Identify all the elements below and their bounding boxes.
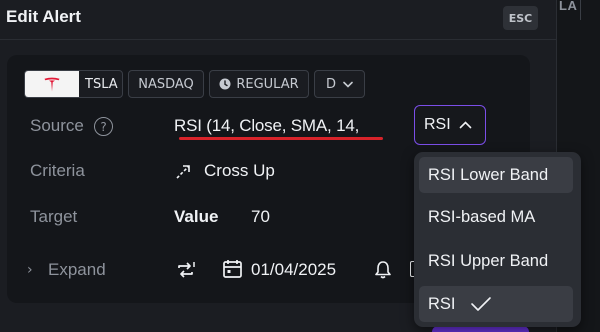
exchange-label: NASDAQ <box>138 76 194 92</box>
calendar-icon[interactable] <box>222 258 243 279</box>
menu-item-rsi-lower-band[interactable]: RSI Lower Band <box>419 157 573 193</box>
clock-icon <box>219 78 231 90</box>
target-label: Target <box>30 207 78 226</box>
session-chip[interactable]: REGULAR <box>209 70 309 98</box>
ticker-label: TSLA <box>85 76 118 92</box>
menu-item-rsi-based-ma[interactable]: RSI-based MA <box>419 199 573 235</box>
chevron-up-icon <box>459 121 471 129</box>
dialog-title: Edit Alert <box>6 7 81 26</box>
tesla-logo <box>25 71 79 97</box>
session-label: REGULAR <box>236 76 299 92</box>
expiry-date[interactable]: 01/04/2025 <box>251 260 336 280</box>
source-dropdown-button[interactable]: RSI <box>414 105 486 145</box>
target-type[interactable]: Value <box>174 207 218 227</box>
expand-toggle[interactable]: Expand <box>48 260 106 280</box>
dialog-header: Edit Alert ESC <box>0 0 556 40</box>
check-icon <box>470 297 491 311</box>
symbol-chip[interactable]: TSLA <box>24 70 123 98</box>
chevron-right-icon: › <box>27 262 33 278</box>
red-underline-annotation <box>179 137 383 140</box>
source-label: Source <box>30 116 84 135</box>
interval-label: D <box>325 76 336 92</box>
panel-divider <box>580 0 581 20</box>
panel-text-fragment: LA <box>559 0 578 13</box>
criteria-label: Criteria <box>30 161 85 180</box>
source-value[interactable]: RSI (14, Close, SMA, 14, <box>174 116 359 136</box>
chevron-down-icon <box>343 81 353 88</box>
target-value[interactable]: 70 <box>251 207 270 227</box>
interval-dropdown[interactable]: D <box>314 70 365 98</box>
cross-up-icon <box>176 165 190 179</box>
menu-item-label: RSI-based MA <box>428 207 536 226</box>
menu-item-rsi[interactable]: RSI <box>419 286 573 322</box>
source-dropdown-value: RSI <box>424 116 451 133</box>
source-dropdown-menu: RSI Lower Band RSI-based MA RSI Upper Ba… <box>414 152 581 327</box>
bell-icon[interactable] <box>374 260 392 279</box>
menu-item-label: RSI Lower Band <box>428 165 549 184</box>
esc-button[interactable]: ESC <box>503 6 538 30</box>
criteria-value[interactable]: Cross Up <box>204 161 275 181</box>
help-icon[interactable]: ? <box>94 117 113 136</box>
repeat-once-icon[interactable] <box>176 260 198 280</box>
exchange-chip[interactable]: NASDAQ <box>128 70 204 98</box>
menu-item-rsi-upper-band[interactable]: RSI Upper Band <box>419 243 573 279</box>
menu-item-label: RSI Upper Band <box>428 251 549 270</box>
menu-item-label: RSI <box>428 294 456 313</box>
